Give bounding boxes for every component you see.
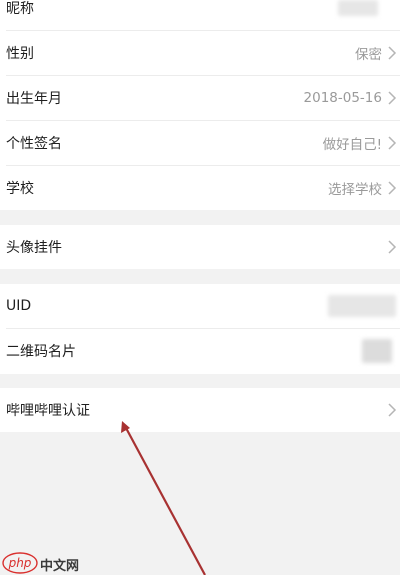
bilibili-verify-label: 哔哩哔哩认证 bbox=[6, 403, 90, 419]
avatar-pendant-label: 头像挂件 bbox=[6, 240, 62, 256]
chevron-right-icon bbox=[388, 181, 397, 195]
qrcode-row[interactable]: 二维码名片 bbox=[0, 329, 400, 373]
birthday-row[interactable]: 出生年月 2018-05-16 bbox=[0, 76, 400, 120]
php-logo-text: php bbox=[8, 556, 32, 570]
pendant-group: 头像挂件 bbox=[0, 225, 400, 269]
qrcode-label: 二维码名片 bbox=[6, 344, 76, 360]
chevron-right-icon bbox=[388, 136, 397, 150]
uid-row: UID bbox=[0, 284, 400, 328]
birthday-value: 2018-05-16 bbox=[303, 90, 382, 106]
nickname-row[interactable]: 昵称 bbox=[0, 0, 400, 30]
signature-row[interactable]: 个性签名 做好自己! bbox=[0, 121, 400, 165]
gender-label: 性别 bbox=[6, 46, 34, 62]
bilibili-verify-row[interactable]: 哔哩哔哩认证 bbox=[0, 388, 400, 432]
nickname-label: 昵称 bbox=[6, 1, 34, 17]
avatar-pendant-row[interactable]: 头像挂件 bbox=[0, 225, 400, 269]
school-value: 选择学校 bbox=[328, 182, 382, 198]
php-logo-icon: php bbox=[2, 552, 38, 574]
signature-label: 个性签名 bbox=[6, 136, 62, 152]
chevron-right-icon bbox=[388, 91, 397, 105]
chevron-right-icon bbox=[388, 403, 397, 417]
uid-label: UID bbox=[6, 298, 32, 314]
school-row[interactable]: 学校 选择学校 bbox=[0, 166, 400, 210]
gender-row[interactable]: 性别 保密 bbox=[0, 31, 400, 75]
verify-group: 哔哩哔哩认证 bbox=[0, 388, 400, 432]
nickname-value-blurred bbox=[338, 0, 378, 16]
chevron-right-icon bbox=[388, 240, 397, 254]
id-group: UID 二维码名片 bbox=[0, 284, 400, 374]
chevron-right-icon bbox=[388, 46, 397, 60]
gender-value: 保密 bbox=[355, 47, 382, 63]
school-label: 学校 bbox=[6, 181, 34, 197]
birthday-label: 出生年月 bbox=[6, 91, 62, 107]
uid-value-blurred bbox=[328, 295, 396, 317]
signature-value: 做好自己! bbox=[322, 137, 382, 153]
profile-settings-screen: 昵称 性别 保密 出生年月 2018-05-16 个性签名 做好自己! 学校 选… bbox=[0, 0, 400, 575]
qrcode-icon bbox=[362, 339, 392, 363]
profile-info-group: 昵称 性别 保密 出生年月 2018-05-16 个性签名 做好自己! 学校 选… bbox=[0, 0, 400, 210]
watermark: php 中文网 bbox=[2, 552, 98, 574]
watermark-text: 中文网 bbox=[40, 559, 80, 574]
